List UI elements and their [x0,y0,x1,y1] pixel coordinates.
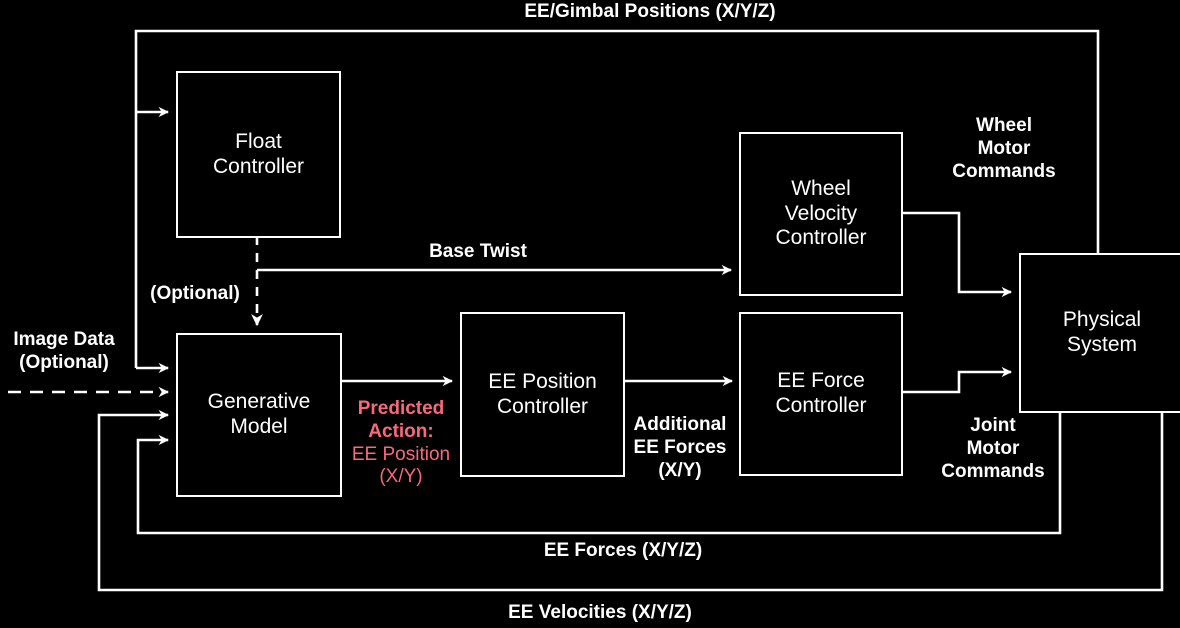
block-float-controller-label: Float Controller [212,129,305,178]
label-joint-motor-commands: Joint Motor Commands [941,415,1045,483]
label-predicted-action: Predicted Action: EE Position (X/Y) [340,398,462,489]
label-wheel-motor-commands: Wheel Motor Commands [952,115,1056,183]
block-ee-force-controller-label: EE Force Controller [775,369,867,417]
diagram-canvas: Float Controller Generative Model EE Pos… [0,0,1180,628]
predicted-action-line4: (X/Y) [379,466,423,488]
predicted-action-line3: EE Position [351,443,451,465]
block-generative-model[interactable]: Generative Model [176,333,342,497]
label-ee-gimbal-positions: EE/Gimbal Positions (X/Y/Z) [524,1,776,22]
block-wheel-velocity-controller-label: Wheel Velocity Controller [775,176,867,250]
block-ee-force-controller[interactable]: EE Force Controller [739,312,903,476]
block-generative-model-label: Generative Model [207,390,311,438]
block-physical-system[interactable]: Physical System [1019,253,1180,413]
predicted-action-line1: Predicted [357,398,445,419]
block-ee-position-controller-label: EE Position Controller [488,369,597,418]
label-ee-forces-feedback: EE Forces (X/Y/Z) [543,540,703,561]
edge-wheel-motor-commands [900,211,1013,298]
predicted-action-line2: Action: [368,420,434,442]
block-ee-position-controller[interactable]: EE Position Controller [460,312,625,477]
edge-joint-motor-commands [900,366,1013,394]
label-optional-float: (Optional) [150,283,240,304]
block-float-controller[interactable]: Float Controller [176,71,341,238]
label-base-twist: Base Twist [429,241,527,262]
label-ee-velocities-feedback: EE Velocities (X/Y/Z) [508,602,692,623]
block-physical-system-label: Physical System [1062,308,1142,356]
label-image-data: Image Data (Optional) [13,329,115,374]
block-wheel-velocity-controller[interactable]: Wheel Velocity Controller [739,132,903,296]
label-additional-ee-forces: Additional EE Forces (X/Y) [633,414,727,482]
